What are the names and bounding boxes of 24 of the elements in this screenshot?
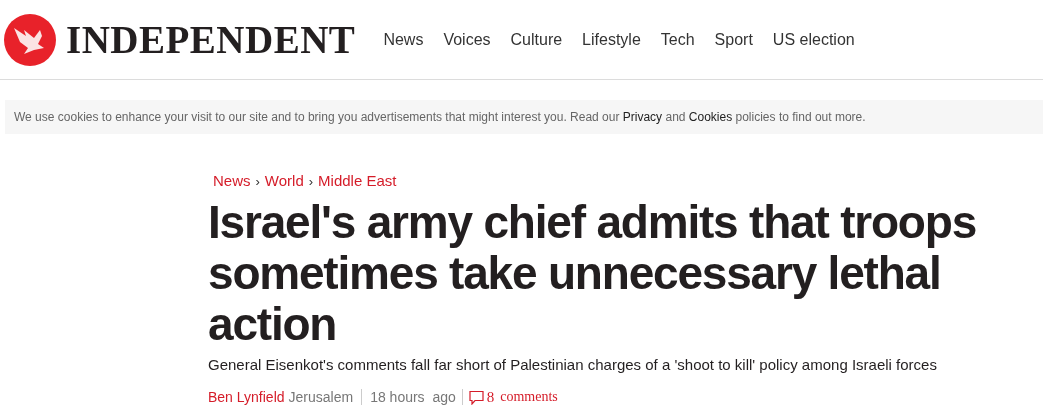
author-location: Jerusalem (288, 388, 354, 406)
speech-bubble-icon (468, 389, 484, 405)
nav-link[interactable]: Culture (510, 27, 563, 52)
breadcrumb-separator: › (308, 172, 314, 191)
nav-link[interactable]: Lifestyle (582, 27, 641, 52)
nav-link[interactable]: Tech (660, 27, 695, 52)
article-standfirst: General Eisenkot's comments fall far short of Palestinian charges of a 'shoot to kill' policy among Israeli forces (208, 354, 938, 375)
policy-link[interactable]: Cookies (688, 110, 733, 124)
cookie-notice: We use cookies to enhance your visit to our site and to bring you advertisements that might interest you. Read our Privacy and Cookies policies to find out more. (14, 109, 866, 126)
breadcrumb-separator: › (255, 172, 260, 191)
nav-link[interactable]: Voices (443, 27, 491, 52)
author-link[interactable]: Ben Lynfield (208, 388, 285, 406)
breadcrumb-link[interactable]: World (264, 170, 304, 193)
nav-link[interactable]: US election (772, 27, 855, 52)
comments-link[interactable]: 8 comments (468, 388, 558, 406)
nav-link[interactable]: Sport (714, 27, 753, 52)
eagle-logo-icon[interactable] (4, 13, 56, 66)
article-headline: Israel's army chief admits that troops sometimes take unnecessary lethal action (208, 196, 978, 350)
policy-link[interactable]: Privacy (622, 110, 663, 124)
breadcrumb-link[interactable]: Middle East (318, 170, 397, 193)
breadcrumb-link[interactable]: News (213, 170, 251, 193)
nav-link[interactable]: News (383, 27, 424, 52)
logo-wordmark[interactable]: INDEPENDENT (66, 20, 356, 59)
publish-time: 18 hours ago (370, 388, 456, 406)
